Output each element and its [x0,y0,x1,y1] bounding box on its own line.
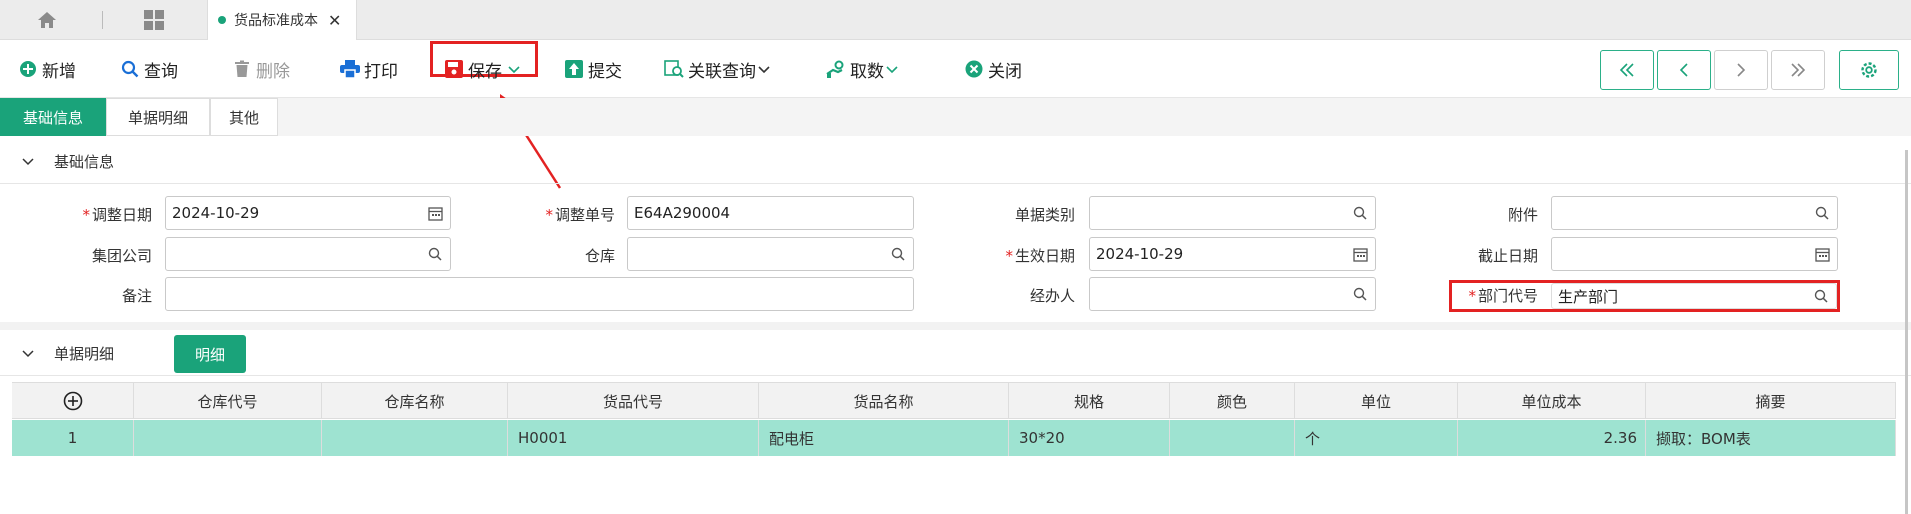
adjust-no-value: E64A290004 [634,204,731,222]
add-row-cell[interactable] [12,383,134,419]
item-name-cell[interactable]: 配电柜 [759,420,1009,456]
grid-header-row: 仓库代号 仓库名称 货品代号 货品名称 规格 颜色 单位 单位成本 摘要 [12,383,1896,419]
col-header[interactable]: 规格 [1009,383,1170,419]
calendar-icon[interactable] [1807,238,1837,270]
summary-cell[interactable]: 撷取：BOM表 [1646,420,1896,456]
add-row-icon[interactable] [63,391,83,411]
cutoff-date-field[interactable] [1551,237,1838,271]
effective-date-value: 2024-10-29 [1096,245,1184,263]
chevron-down-icon [22,349,34,357]
detail-header[interactable]: 单据明细 [0,332,1911,376]
wh-name-cell[interactable] [322,420,508,456]
col-header[interactable]: 仓库名称 [322,383,508,419]
tab-basic-info[interactable]: 基础信息 [0,98,106,136]
chevron-down-icon [22,157,34,165]
doc-type-field[interactable] [1089,196,1376,230]
doc-type-label: 单据类别 [1014,206,1075,224]
warehouse-label: 仓库 [584,247,615,265]
col-header[interactable]: 货品名称 [759,383,1009,419]
remark-label: 备注 [121,287,152,305]
attachment-label: 附件 [1507,206,1538,224]
search-icon[interactable] [420,238,450,270]
col-header[interactable]: 摘要 [1646,383,1896,419]
item-code-cell[interactable]: H0001 [508,420,759,456]
tab-doc-detail[interactable]: 单据明细 [106,98,210,136]
row-index: 1 [12,420,134,456]
col-header[interactable]: 单位 [1295,383,1458,419]
calendar-icon[interactable] [420,197,450,229]
cutoff-date-label: 截止日期 [1477,247,1538,265]
section-title: 单据明细 [54,345,115,363]
dept-label: * 部门代号 [1468,287,1538,305]
tab-other[interactable]: 其他 [210,98,278,136]
search-icon[interactable] [1345,278,1375,310]
dept-field[interactable]: 生产部门 [1551,283,1837,309]
handler-field[interactable] [1089,277,1376,311]
sub-tab-bar: 基础信息 单据明细 其他 [0,98,1911,136]
adjust-date-field[interactable]: 2024-10-29 [165,196,451,230]
calendar-icon[interactable] [1345,238,1375,270]
effective-date-label: * 生效日期 [1005,247,1075,265]
spec-cell[interactable]: 30*20 [1009,420,1170,456]
search-icon[interactable] [1345,197,1375,229]
detail-grid: 仓库代号 仓库名称 货品代号 货品名称 规格 颜色 单位 单位成本 摘要 1 H… [12,382,1896,456]
detail-button[interactable]: 明细 [174,335,246,373]
handler-label: 经办人 [1029,287,1075,305]
section-title: 基础信息 [54,153,115,171]
vertical-scrollbar[interactable] [1905,150,1908,514]
wh-code-cell[interactable] [134,420,322,456]
unit-cost-cell[interactable]: 2.36 [1458,420,1646,456]
col-header[interactable]: 货品代号 [508,383,759,419]
search-icon[interactable] [1807,197,1837,229]
remark-field[interactable] [165,277,914,311]
basic-info-header[interactable]: 基础信息 [0,140,1911,184]
warehouse-field[interactable] [627,237,914,271]
adjust-date-label: * 调整日期 [82,206,152,224]
unit-cell[interactable]: 个 [1295,420,1458,456]
attachment-field[interactable] [1551,196,1838,230]
color-cell[interactable] [1170,420,1295,456]
col-header[interactable]: 颜色 [1170,383,1295,419]
search-icon[interactable] [883,238,913,270]
col-header[interactable]: 单位成本 [1458,383,1646,419]
search-icon[interactable] [1806,284,1836,308]
adjust-no-label: * 调整单号 [545,206,615,224]
effective-date-field[interactable]: 2024-10-29 [1089,237,1376,271]
adjust-date-value: 2024-10-29 [172,204,260,222]
group-field[interactable] [165,237,451,271]
dept-value: 生产部门 [1558,287,1619,306]
col-header[interactable]: 仓库代号 [134,383,322,419]
group-label: 集团公司 [91,247,152,265]
adjust-no-field[interactable]: E64A290004 [627,196,914,230]
section-divider [0,322,1911,330]
table-row[interactable]: 1 H0001 配电柜 30*20 个 2.36 撷取：BOM表 [12,420,1896,456]
